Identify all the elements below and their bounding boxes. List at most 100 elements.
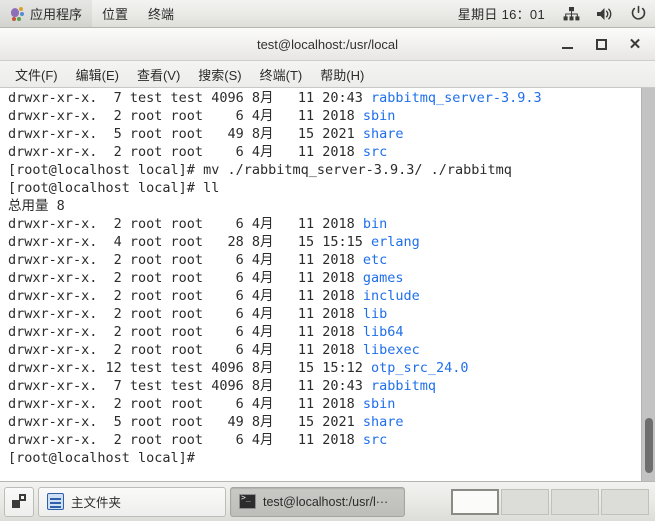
maximize-button[interactable] bbox=[593, 36, 609, 52]
terminal-line-text: drwxr-xr-x. 2 root root 6 4月 11 2018 bbox=[8, 270, 363, 286]
terminal-directory-name: games bbox=[362, 270, 404, 286]
terminal-line-text: [root@localhost local]# bbox=[8, 450, 204, 466]
terminal-line-text: drwxr-xr-x. 2 root root 6 4月 11 2018 bbox=[8, 306, 363, 322]
terminal-line-text: drwxr-xr-x. 2 root root 6 4月 11 2018 bbox=[8, 342, 363, 358]
menu-terminal-label: 终端 bbox=[148, 7, 175, 22]
taskbar-item-home-folder[interactable]: 主文件夹 bbox=[38, 486, 226, 517]
window-title-bar[interactable]: test@localhost:/usr/local ✕ bbox=[0, 28, 655, 61]
taskbar-item-home-folder-label: 主文件夹 bbox=[71, 496, 122, 510]
menu-applications-label: 应用程序 bbox=[30, 7, 83, 22]
terminal-line: drwxr-xr-x. 2 root root 6 4月 11 2018 src bbox=[8, 431, 641, 449]
menu-places-label: 位置 bbox=[102, 7, 129, 22]
window-title: test@localhost:/usr/local bbox=[256, 36, 399, 52]
terminal-directory-name: bin bbox=[362, 216, 388, 232]
terminal-area: drwxr-xr-x. 7 test test 4096 8月 11 20:43… bbox=[0, 88, 655, 481]
terminal-directory-name: share bbox=[362, 126, 404, 142]
workspace-1[interactable] bbox=[451, 488, 499, 515]
terminal-line-text: drwxr-xr-x. 2 root root 6 4月 11 2018 bbox=[8, 324, 363, 340]
workspace-2[interactable] bbox=[501, 488, 549, 515]
terminal-directory-name: lib64 bbox=[362, 324, 404, 340]
terminal-line-text: [root@localhost local]# ll bbox=[8, 180, 220, 196]
gnome-foot-icon bbox=[10, 6, 24, 21]
top-panel: 应用程序 位置 终端 星期日 16：01 bbox=[0, 0, 655, 28]
terminal-scrollbar-thumb[interactable] bbox=[645, 418, 653, 474]
terminal-directory-name: rabbitmq_server-3.9.3 bbox=[371, 90, 542, 106]
terminal-line: drwxr-xr-x. 4 root root 28 8月 15 15:15 e… bbox=[8, 233, 641, 251]
terminal-line-text: drwxr-xr-x. 12 test test 4096 8月 15 15:1… bbox=[8, 360, 371, 376]
menu-bar-item-edit[interactable]: 编辑(E) bbox=[67, 62, 128, 87]
terminal-line: [root@localhost local]# mv ./rabbitmq_se… bbox=[8, 161, 641, 179]
terminal-line: drwxr-xr-x. 2 root root 6 4月 11 2018 inc… bbox=[8, 287, 641, 305]
workspace-4[interactable] bbox=[601, 488, 649, 515]
terminal-line-text: 总用量 8 bbox=[8, 198, 65, 214]
terminal-directory-name: libexec bbox=[362, 342, 420, 358]
terminal-line-text: drwxr-xr-x. 2 root root 6 4月 11 2018 bbox=[8, 252, 363, 268]
terminal-line-text: drwxr-xr-x. 2 root root 6 4月 11 2018 bbox=[8, 396, 363, 412]
terminal-line-text: drwxr-xr-x. 2 root root 6 4月 11 2018 bbox=[8, 288, 363, 304]
terminal-line-text: drwxr-xr-x. 2 root root 6 4月 11 2018 bbox=[8, 432, 363, 448]
terminal-line: drwxr-xr-x. 2 root root 6 4月 11 2018 lib bbox=[8, 305, 641, 323]
terminal-line-text: drwxr-xr-x. 7 test test 4096 8月 11 20:43 bbox=[8, 90, 371, 106]
terminal-directory-name: erlang bbox=[371, 234, 420, 250]
terminal-line-text: drwxr-xr-x. 4 root root 28 8月 15 15:15 bbox=[8, 234, 371, 250]
terminal-line-text: [root@localhost local]# mv ./rabbitmq_se… bbox=[8, 162, 512, 178]
terminal-directory-name: src bbox=[362, 432, 388, 448]
top-panel-menus: 应用程序 位置 终端 bbox=[0, 0, 184, 27]
terminal-line-text: drwxr-xr-x. 7 test test 4096 8月 11 20:43 bbox=[8, 378, 371, 394]
menu-bar-item-terminal[interactable]: 终端(T) bbox=[251, 62, 312, 87]
terminal-line: 总用量 8 bbox=[8, 197, 641, 215]
menu-places[interactable]: 位置 bbox=[92, 0, 138, 27]
show-desktop-button[interactable] bbox=[4, 486, 34, 517]
clock[interactable]: 星期日 16：01 bbox=[448, 4, 555, 23]
taskbar-item-terminal[interactable]: test@localhost:/usr/l··· bbox=[230, 486, 405, 517]
menu-bar-item-search[interactable]: 搜索(S) bbox=[189, 62, 250, 87]
terminal-line: drwxr-xr-x. 2 root root 6 4月 11 2018 lib… bbox=[8, 341, 641, 359]
menu-bar-item-help[interactable]: 帮助(H) bbox=[311, 62, 373, 87]
terminal-line: drwxr-xr-x. 2 root root 6 4月 11 2018 sbi… bbox=[8, 107, 641, 125]
taskbar-item-terminal-label: test@localhost:/usr/l··· bbox=[263, 494, 389, 509]
terminal-directory-name: sbin bbox=[362, 396, 396, 412]
terminal-line-text: drwxr-xr-x. 2 root root 6 4月 11 2018 bbox=[8, 144, 363, 160]
terminal-directory-name: lib bbox=[362, 306, 388, 322]
file-cabinet-icon bbox=[47, 493, 64, 510]
terminal-line: [root@localhost local]# ll bbox=[8, 179, 641, 197]
terminal-line: drwxr-xr-x. 12 test test 4096 8月 15 15:1… bbox=[8, 359, 641, 377]
terminal-line: [root@localhost local]# bbox=[8, 449, 641, 467]
close-button[interactable]: ✕ bbox=[627, 36, 643, 52]
terminal-directory-name: sbin bbox=[362, 108, 396, 124]
terminal-output[interactable]: drwxr-xr-x. 7 test test 4096 8月 11 20:43… bbox=[0, 88, 641, 481]
menu-bar-item-file[interactable]: 文件(F) bbox=[6, 62, 67, 87]
network-tray-icon[interactable] bbox=[555, 0, 588, 27]
terminal-directory-name: otp_src_24.0 bbox=[371, 360, 469, 376]
workspace-switcher bbox=[449, 486, 651, 518]
terminal-directory-name: share bbox=[362, 414, 404, 430]
terminal-line: drwxr-xr-x. 2 root root 6 4月 11 2018 bin bbox=[8, 215, 641, 233]
menu-bar: 文件(F) 编辑(E) 查看(V) 搜索(S) 终端(T) 帮助(H) bbox=[0, 61, 655, 88]
bottom-panel: 主文件夹 test@localhost:/usr/l··· bbox=[0, 481, 655, 521]
menu-terminal[interactable]: 终端 bbox=[138, 0, 184, 27]
menu-applications[interactable]: 应用程序 bbox=[0, 0, 93, 27]
terminal-directory-name: include bbox=[362, 288, 420, 304]
menu-bar-item-view[interactable]: 查看(V) bbox=[128, 62, 189, 87]
terminal-directory-name: src bbox=[362, 144, 388, 160]
terminal-line-text: drwxr-xr-x. 5 root root 49 8月 15 2021 bbox=[8, 126, 363, 142]
terminal-line: drwxr-xr-x. 5 root root 49 8月 15 2021 sh… bbox=[8, 125, 641, 143]
volume-tray-icon[interactable] bbox=[588, 0, 622, 27]
terminal-line: drwxr-xr-x. 2 root root 6 4月 11 2018 src bbox=[8, 143, 641, 161]
terminal-line: drwxr-xr-x. 5 root root 49 8月 15 2021 sh… bbox=[8, 413, 641, 431]
terminal-line: drwxr-xr-x. 2 root root 6 4月 11 2018 gam… bbox=[8, 269, 641, 287]
terminal-icon bbox=[239, 493, 256, 509]
terminal-line: drwxr-xr-x. 2 root root 6 4月 11 2018 sbi… bbox=[8, 395, 641, 413]
window-controls: ✕ bbox=[559, 36, 655, 52]
terminal-line-text: drwxr-xr-x. 5 root root 49 8月 15 2021 bbox=[8, 414, 363, 430]
power-tray-icon[interactable] bbox=[622, 0, 655, 27]
show-desktop-icon bbox=[11, 494, 27, 509]
terminal-line: drwxr-xr-x. 2 root root 6 4月 11 2018 etc bbox=[8, 251, 641, 269]
terminal-window: test@localhost:/usr/local ✕ 文件(F) 编辑(E) … bbox=[0, 28, 655, 481]
terminal-directory-name: etc bbox=[362, 252, 388, 268]
workspace-3[interactable] bbox=[551, 488, 599, 515]
terminal-directory-name: rabbitmq bbox=[371, 378, 437, 394]
terminal-scrollbar[interactable] bbox=[641, 88, 655, 481]
terminal-line: drwxr-xr-x. 2 root root 6 4月 11 2018 lib… bbox=[8, 323, 641, 341]
minimize-button[interactable] bbox=[559, 36, 575, 52]
